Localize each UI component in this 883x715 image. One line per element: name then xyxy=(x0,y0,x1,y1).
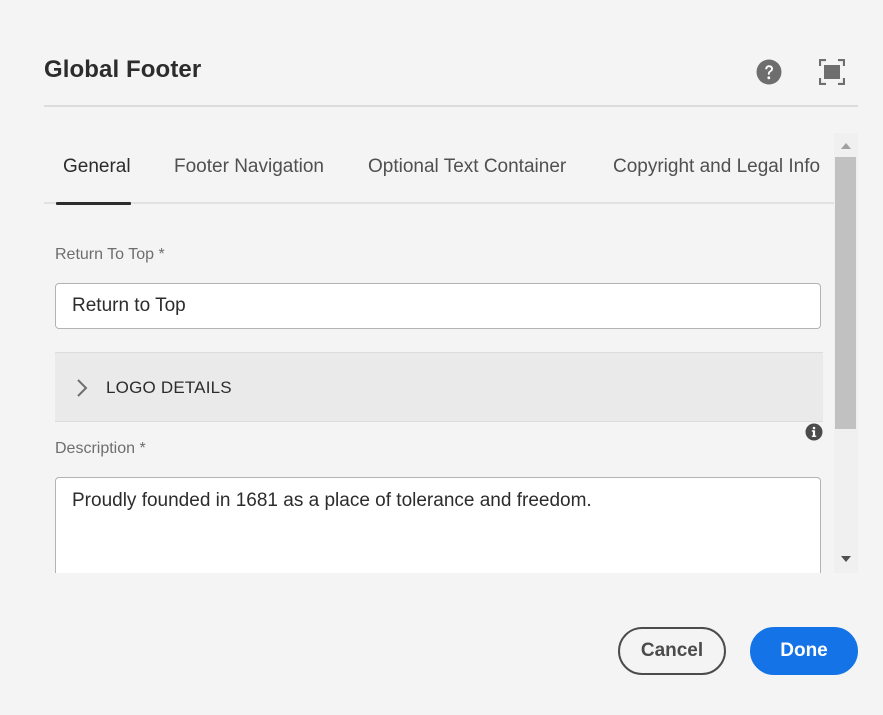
info-icon[interactable] xyxy=(805,423,823,441)
fullscreen-icon xyxy=(818,58,846,86)
content-scrollbar[interactable] xyxy=(834,133,858,573)
scroll-up-arrow-icon[interactable] xyxy=(840,141,852,151)
logo-details-label: LOGO DETAILS xyxy=(106,378,232,397)
return-to-top-label: Return To Top * xyxy=(55,246,165,263)
help-circle-icon xyxy=(756,59,782,85)
tab-list: General Footer Navigation Optional Text … xyxy=(44,133,834,205)
chevron-right-icon xyxy=(77,379,88,397)
tab-copyright-and-legal-info[interactable]: Copyright and Legal Info xyxy=(613,156,820,178)
active-tab-indicator xyxy=(56,202,131,205)
tab-footer-navigation[interactable]: Footer Navigation xyxy=(174,156,324,178)
description-textarea[interactable]: Proudly founded in 1681 as a place of to… xyxy=(55,477,821,573)
return-to-top-input[interactable] xyxy=(55,283,821,329)
scroll-down-arrow-icon[interactable] xyxy=(840,554,852,564)
header-divider xyxy=(44,105,858,107)
done-button[interactable]: Done xyxy=(750,627,858,675)
tab-general[interactable]: General xyxy=(63,156,131,178)
logo-details-accordion[interactable]: LOGO DETAILS xyxy=(55,352,823,422)
dialog-content: General Footer Navigation Optional Text … xyxy=(44,133,834,573)
global-footer-dialog: Global Footer General Footer Navigation … xyxy=(0,0,883,715)
fullscreen-button[interactable] xyxy=(818,58,846,86)
scrollbar-thumb[interactable] xyxy=(835,157,856,429)
description-label: Description * xyxy=(55,440,146,457)
tabs-divider xyxy=(44,202,834,204)
dialog-title: Global Footer xyxy=(44,56,202,83)
cancel-button[interactable]: Cancel xyxy=(618,627,726,675)
tab-optional-text-container[interactable]: Optional Text Container xyxy=(368,156,566,178)
help-button[interactable] xyxy=(756,59,782,85)
